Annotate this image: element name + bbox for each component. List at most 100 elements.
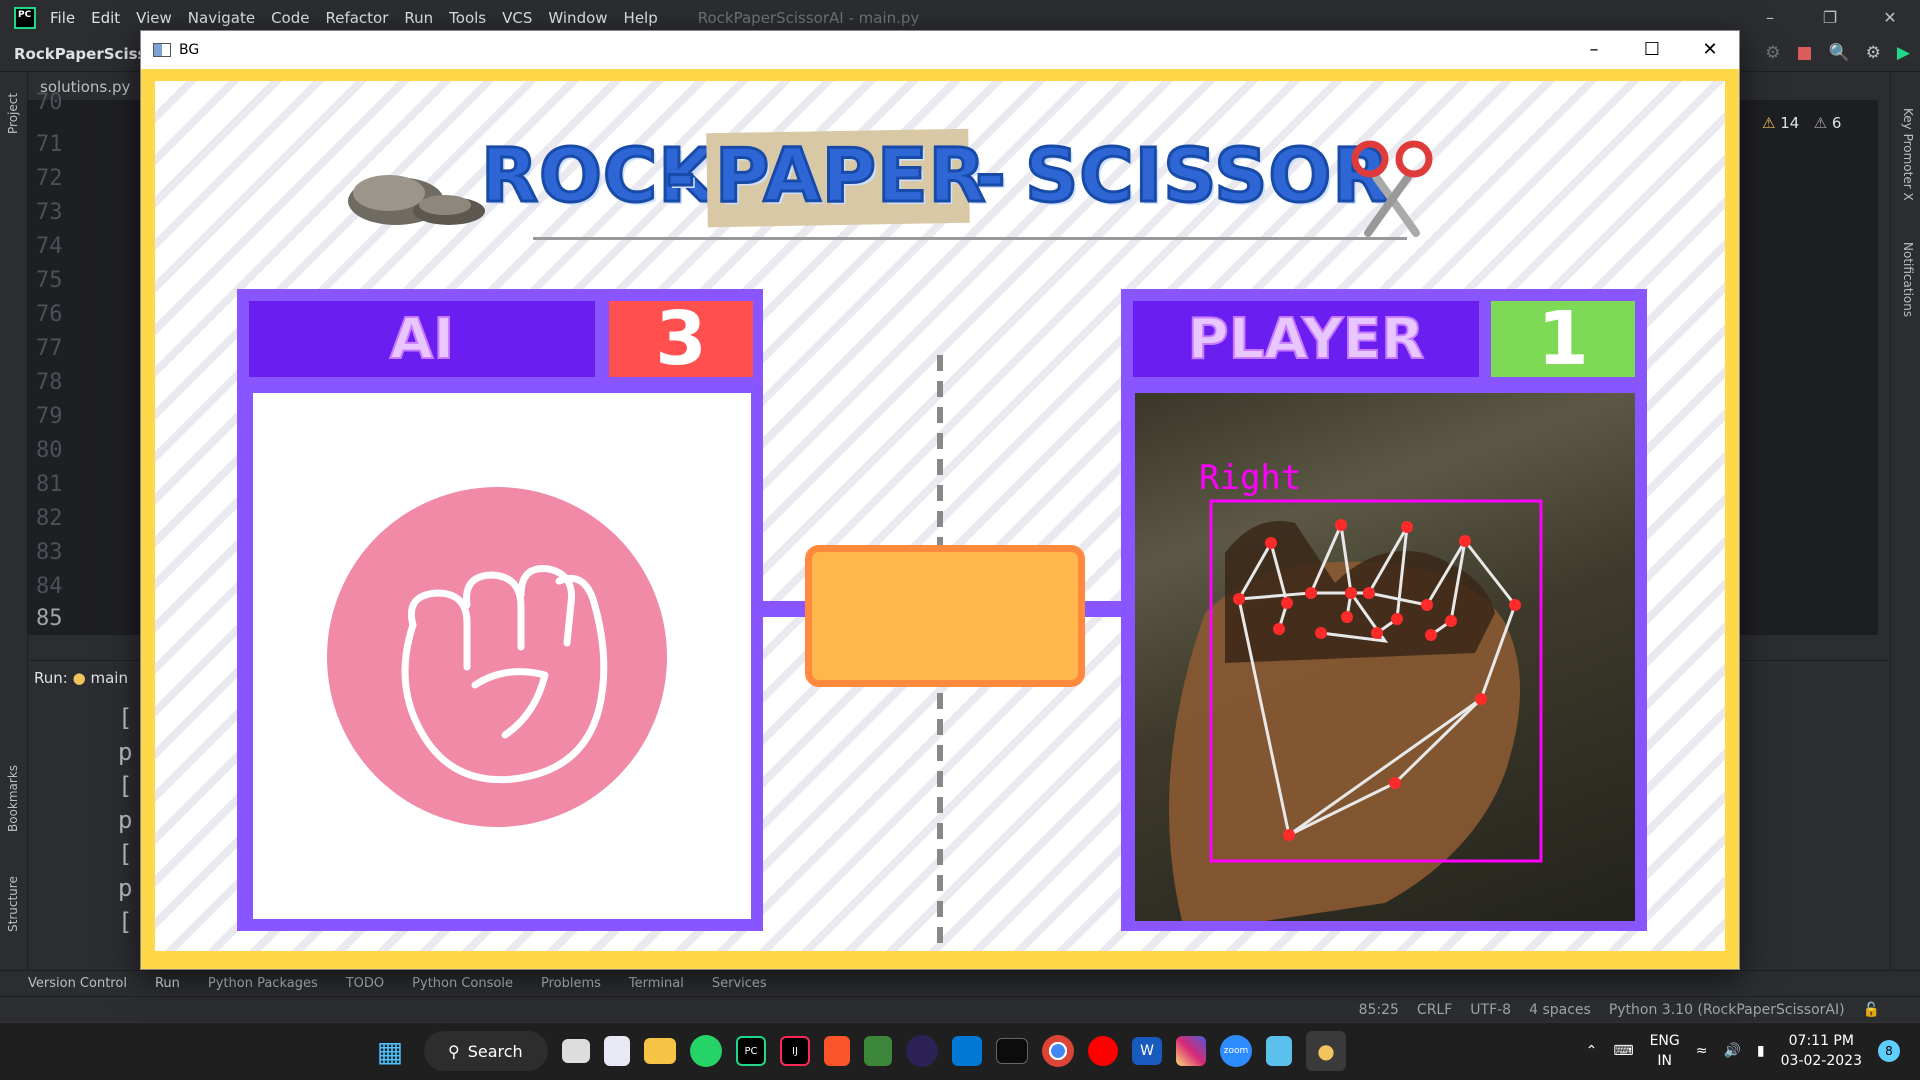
zoom-icon[interactable]: zoom — [1220, 1035, 1252, 1067]
settings-icon[interactable]: ⚙ — [1866, 43, 1881, 63]
console-line: p — [118, 874, 133, 902]
line-number: 79 — [36, 404, 63, 429]
tool-tab-python-console[interactable]: Python Console — [412, 976, 513, 991]
title-underline — [533, 237, 1407, 240]
chrome-icon[interactable] — [1042, 1035, 1074, 1067]
minimize-icon[interactable]: – — [1740, 0, 1800, 36]
minimize-icon[interactable]: – — [1565, 31, 1623, 69]
pycharm-icon[interactable]: PC — [736, 1036, 766, 1066]
youtube-icon[interactable] — [1088, 1036, 1118, 1066]
tool-tab-todo[interactable]: TODO — [346, 976, 384, 991]
search-icon[interactable]: 🔍 — [1829, 43, 1850, 63]
taskbar-search[interactable]: ⚲ Search — [424, 1031, 548, 1071]
menu-edit[interactable]: Edit — [91, 9, 120, 27]
python-app-icon[interactable]: ● — [1306, 1031, 1346, 1071]
jetbrains-icon[interactable]: ▶ — [1897, 43, 1910, 63]
webcam-feed: Right — [1135, 393, 1635, 921]
clock[interactable]: 07:11 PM 03-02-2023 — [1781, 1031, 1862, 1071]
notification-badge[interactable]: 8 — [1878, 1040, 1900, 1062]
run-tab-main[interactable]: main — [90, 669, 127, 687]
debug-icon[interactable]: ⚙ — [1765, 43, 1780, 63]
line-number: 76 — [36, 302, 63, 327]
tool-tab-python-packages[interactable]: Python Packages — [208, 976, 318, 991]
line-number: 77 — [36, 336, 63, 361]
chevron-up-icon[interactable]: ⌃ — [1586, 1043, 1598, 1059]
close-icon[interactable]: ✕ — [1860, 0, 1920, 36]
rock-icon — [348, 175, 485, 225]
volume-icon[interactable]: 🔊 — [1723, 1043, 1740, 1059]
project-tool-label[interactable]: Project — [6, 93, 20, 134]
run-panel-label: Run: ● main — [34, 669, 128, 687]
language-indicator[interactable]: ENG IN — [1650, 1031, 1680, 1071]
console-line: [ — [118, 840, 133, 868]
stop-icon[interactable]: ■ — [1796, 43, 1812, 63]
file-explorer-icon[interactable] — [644, 1038, 676, 1064]
line-number: 71 — [36, 132, 63, 157]
tool-tab-problems[interactable]: Problems — [541, 976, 601, 991]
region-code: IN — [1657, 1053, 1672, 1069]
task-view-icon[interactable] — [562, 1039, 590, 1063]
menu-navigate[interactable]: Navigate — [188, 9, 255, 27]
windows-start-icon[interactable]: ▦ — [370, 1031, 410, 1071]
status-interpreter[interactable]: Python 3.10 (RockPaperScissorAI) — [1609, 1002, 1845, 1018]
intellij-icon[interactable]: IJ — [780, 1036, 810, 1066]
game-title: ROCK - PAPER - SCISSOR — [341, 119, 1541, 240]
bookmarks-tool-label[interactable]: Bookmarks — [6, 765, 20, 832]
structure-tool-label[interactable]: Structure — [6, 876, 20, 932]
menu-vcs[interactable]: VCS — [502, 9, 532, 27]
line-number: 81 — [36, 472, 63, 497]
current-line-number: 85 — [36, 606, 63, 631]
status-indent[interactable]: 4 spaces — [1529, 1002, 1591, 1018]
title-dash-2: - — [974, 132, 1008, 221]
terminal-icon[interactable] — [996, 1038, 1028, 1064]
brave-icon[interactable] — [824, 1036, 850, 1066]
tool-tab-terminal[interactable]: Terminal — [629, 976, 684, 991]
player-score-box: 1 — [1491, 296, 1635, 382]
maximize-icon[interactable]: ☐ — [1623, 31, 1681, 69]
system-tray: ⌃ ⌨ ENG IN ≈ 🔊 ▮ 07:11 PM 03-02-2023 8 — [1586, 1031, 1900, 1071]
tool-tab-version-control[interactable]: Version Control — [28, 976, 127, 991]
tool-tab-run[interactable]: Run — [155, 976, 180, 991]
ai-score: 3 — [655, 296, 707, 382]
menu-help[interactable]: Help — [624, 9, 658, 27]
notifications-label[interactable]: Notifications — [1901, 242, 1915, 317]
status-caret-position[interactable]: 85:25 — [1359, 1002, 1399, 1018]
eclipse-icon[interactable] — [906, 1035, 938, 1067]
notepad-icon[interactable] — [1266, 1036, 1292, 1066]
restore-icon[interactable]: ❐ — [1800, 0, 1860, 36]
menu-refactor[interactable]: Refactor — [325, 9, 388, 27]
clock-date: 03-02-2023 — [1780, 1053, 1862, 1069]
menu-run[interactable]: Run — [404, 9, 433, 27]
menu-window[interactable]: Window — [548, 9, 607, 27]
lock-icon[interactable]: 🔓 — [1863, 1002, 1880, 1018]
status-line-separator[interactable]: CRLF — [1417, 1002, 1452, 1018]
word-icon[interactable]: W — [1132, 1037, 1162, 1065]
console-line: [ — [118, 908, 133, 936]
whatsapp-icon[interactable] — [690, 1035, 722, 1067]
tool-tab-services[interactable]: Services — [712, 976, 767, 991]
taskbar-apps: ▦ ⚲ Search PC IJ W zoom ● — [370, 1031, 1346, 1071]
menu-view[interactable]: View — [136, 9, 172, 27]
keyboard-icon[interactable]: ⌨ — [1613, 1043, 1633, 1059]
instagram-icon[interactable] — [1176, 1036, 1206, 1066]
inspection-widget[interactable]: ⚠ 14 ⚠ 6 — [1762, 114, 1841, 132]
left-connector — [763, 601, 807, 617]
ai-label: AI — [389, 306, 455, 373]
game-window-titlebar[interactable]: BG – ☐ ✕ — [141, 31, 1739, 69]
menu-code[interactable]: Code — [271, 9, 309, 27]
close-icon[interactable]: ✕ — [1681, 31, 1739, 69]
menu-tools[interactable]: Tools — [449, 9, 486, 27]
run-console-output[interactable]: [ p [ p [ p [ — [118, 701, 132, 939]
wifi-icon[interactable]: ≈ — [1696, 1043, 1708, 1059]
ai-label-box: AI — [249, 301, 595, 377]
battery-icon[interactable]: ▮ — [1757, 1043, 1765, 1059]
console-line: [ — [118, 772, 133, 800]
menu-file[interactable]: File — [50, 9, 75, 27]
status-encoding[interactable]: UTF-8 — [1470, 1002, 1511, 1018]
line-number-gutter: 70 71 72 73 74 75 76 77 78 79 80 81 82 8… — [28, 90, 138, 635]
document-app-icon[interactable] — [604, 1036, 630, 1066]
vscode-icon[interactable] — [952, 1036, 982, 1066]
key-promoter-label[interactable]: Key Promoter X — [1901, 108, 1915, 201]
nodejs-icon[interactable] — [864, 1036, 892, 1066]
line-number: 72 — [36, 166, 63, 191]
